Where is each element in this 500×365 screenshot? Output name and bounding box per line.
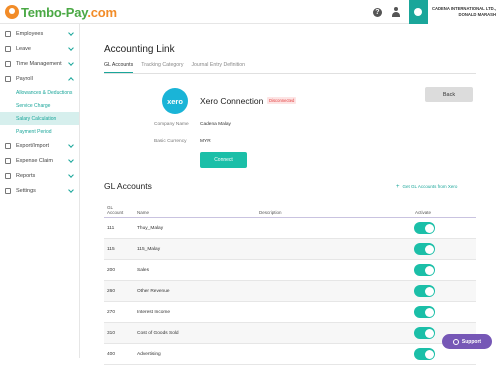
header-actions: ? CADENA INTERNATIONAL LTD., DONALD MARA… (372, 0, 500, 24)
table-row: 400 Advertising (104, 344, 476, 365)
expense-icon (5, 157, 11, 164)
sidebar-item-leave[interactable]: Leave (0, 41, 79, 56)
employees-icon (5, 30, 11, 37)
app-logo[interactable]: Tembo-Pay.com (5, 3, 117, 21)
table-row: 111 Thuy_Malay (104, 218, 476, 239)
table-header: GL Account Name Description Activate (104, 204, 476, 218)
account-menu[interactable]: CADENA INTERNATIONAL LTD., DONALD MARASH (408, 0, 500, 24)
name-cell: Advertising (137, 352, 161, 357)
get-gl-accounts-link[interactable]: + Get GL Accounts from Xero (396, 184, 457, 190)
main-content: Accounting Link GL Accounts Tracking Cat… (80, 24, 500, 365)
col-description: Description (259, 210, 282, 215)
gl-account-cell: 270 (107, 310, 116, 315)
user-name: DONALD MARASH (458, 12, 496, 17)
gl-account-cell: 111 (107, 226, 115, 231)
back-button[interactable]: Back (425, 87, 473, 102)
activate-toggle[interactable] (414, 348, 435, 360)
xero-connection-title: Xero Connection (200, 96, 264, 106)
leave-icon (5, 45, 11, 52)
tab-journal-entry-definition[interactable]: Journal Entry Definition (191, 62, 245, 73)
plus-icon: + (396, 184, 400, 190)
sidebar-item-reports[interactable]: Reports (0, 168, 79, 183)
connect-button[interactable]: Connect (200, 152, 247, 168)
company-name-label: Company Name (154, 122, 189, 127)
gl-account-cell: 200 (107, 268, 116, 273)
name-cell: Other Revenue (137, 289, 170, 294)
account-info: CADENA INTERNATIONAL LTD., DONALD MARASH (428, 6, 500, 18)
table-body: 111 Thuy_Malay 115 115_Malay 200 Sales 260 Othe… (104, 218, 476, 365)
chevron-down-icon (68, 187, 74, 193)
chevron-down-icon (68, 45, 74, 51)
tab-gl-accounts[interactable]: GL Accounts (104, 62, 134, 73)
sidebar-subitem-payment-period[interactable]: Payment Period (0, 125, 79, 138)
col-name: Name (137, 210, 150, 215)
chevron-down-icon (68, 30, 74, 36)
payroll-icon (5, 75, 11, 82)
gl-account-cell: 115 (107, 247, 115, 252)
logo-mark-icon (5, 5, 19, 19)
chevron-down-icon (68, 172, 74, 178)
name-cell: 115_Malay (137, 247, 161, 252)
sidebar-subitem-salary-calculation[interactable]: Salary Calculation (0, 112, 79, 125)
tab-bar: GL Accounts Tracking Category Journal En… (104, 62, 476, 74)
sidebar-item-employees[interactable]: Employees (0, 26, 79, 41)
support-button[interactable]: Support (442, 334, 492, 349)
company-name-value: Cadena Malay (200, 122, 231, 127)
name-cell: Cost of Goods Sold (137, 331, 179, 336)
sidebar-item-export-import[interactable]: Export/Import (0, 138, 79, 153)
user-icon[interactable] (391, 7, 401, 17)
logo-text: Tembo-Pay.com (21, 4, 117, 20)
activate-toggle[interactable] (414, 264, 435, 276)
chevron-down-icon (68, 157, 74, 163)
company-avatar (408, 0, 428, 24)
tab-tracking-category[interactable]: Tracking Category (141, 62, 183, 73)
table-row: 200 Sales (104, 260, 476, 281)
currency-value: MYR (200, 139, 211, 144)
status-badge: Disconnected (267, 97, 297, 104)
settings-icon (5, 187, 11, 194)
col-activate: Activate (415, 210, 432, 215)
sidebar-item-settings[interactable]: Settings (0, 183, 79, 198)
activate-toggle[interactable] (414, 327, 435, 339)
reports-icon (5, 172, 11, 179)
table-row: 310 Cost of Goods Sold (104, 323, 476, 344)
sidebar-item-payroll[interactable]: Payroll (0, 71, 79, 86)
table-row: 270 Interest Income (104, 302, 476, 323)
top-bar: Tembo-Pay.com ? CADENA INTERNATIONAL LTD… (0, 0, 500, 24)
sidebar-subitem-allowances[interactable]: Allowances & Deductions (0, 86, 79, 99)
sidebar-item-expense-claim[interactable]: Expense Claim (0, 153, 79, 168)
gl-accounts-title: GL Accounts (104, 181, 152, 191)
page-title: Accounting Link (104, 44, 175, 55)
support-icon (452, 338, 459, 345)
clock-icon (5, 60, 11, 67)
currency-label: Basic Currency (154, 139, 187, 144)
help-icon[interactable]: ? (372, 7, 382, 17)
col-gl-account: GL Account (107, 205, 124, 215)
sidebar: Employees Leave Time Management Payroll … (0, 24, 80, 358)
table-row: 260 Other Revenue (104, 281, 476, 302)
name-cell: Thuy_Malay (137, 226, 164, 231)
sidebar-item-time-management[interactable]: Time Management (0, 56, 79, 71)
activate-toggle[interactable] (414, 285, 435, 297)
gl-account-cell: 400 (107, 352, 116, 357)
activate-toggle[interactable] (414, 222, 435, 234)
xero-logo: xero (162, 88, 188, 114)
table-row: 115 115_Malay (104, 239, 476, 260)
export-icon (5, 142, 11, 149)
chevron-up-icon (68, 77, 74, 83)
name-cell: Interest Income (137, 310, 171, 315)
chevron-down-icon (68, 60, 74, 66)
activate-toggle[interactable] (414, 306, 435, 318)
activate-toggle[interactable] (414, 243, 435, 255)
sidebar-subitem-service-charge[interactable]: Service Charge (0, 99, 79, 112)
gl-account-cell: 310 (107, 331, 116, 336)
chevron-down-icon (68, 142, 74, 148)
name-cell: Sales (137, 268, 149, 273)
gl-accounts-table: GL Account Name Description Activate 111 T… (104, 204, 476, 365)
gl-account-cell: 260 (107, 289, 116, 294)
